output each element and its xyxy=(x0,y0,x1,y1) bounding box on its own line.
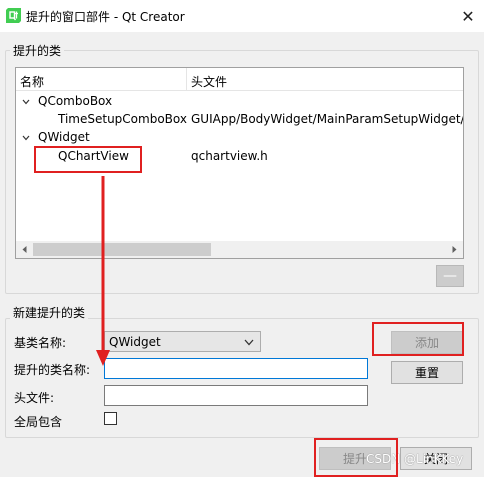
annotation-arrow xyxy=(96,176,110,366)
promoted-widgets-dialog: 提升的窗口部件 - Qt Creator ✕ 提升的类 名称 头文件 QComb… xyxy=(0,0,484,477)
